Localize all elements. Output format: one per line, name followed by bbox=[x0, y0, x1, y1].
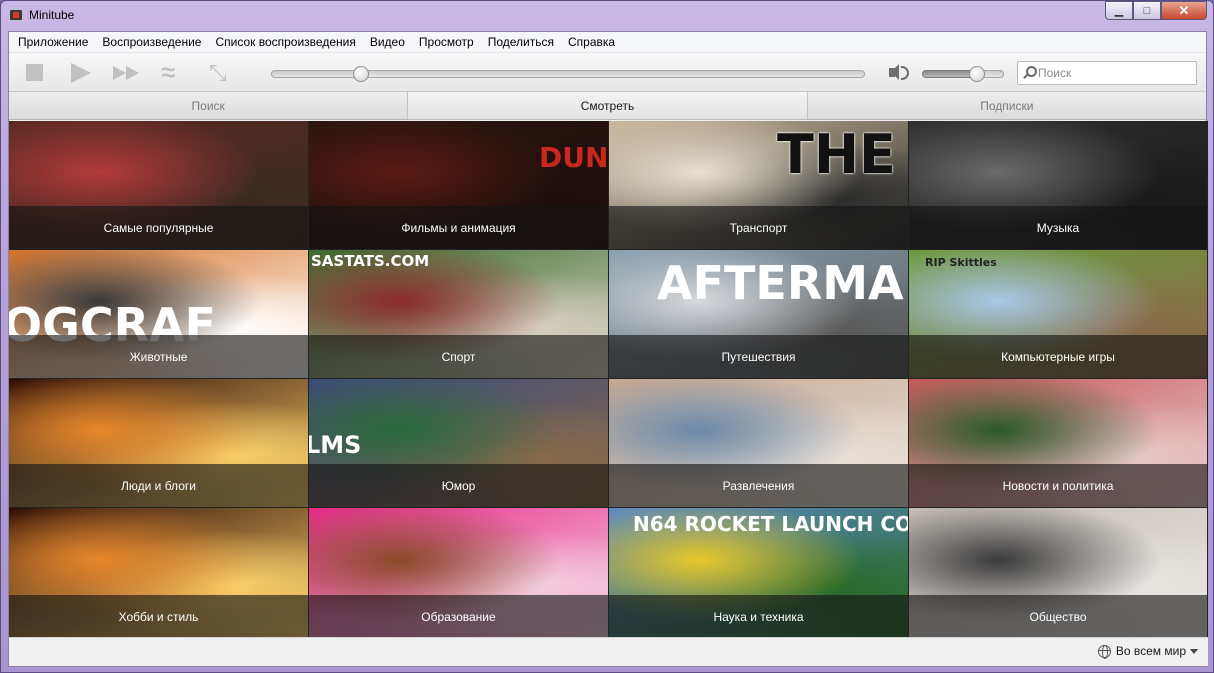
thumbnail-caption: SASTATS.COM bbox=[311, 252, 430, 270]
tab-subscriptions[interactable]: Подписки bbox=[807, 92, 1206, 119]
category-tile[interactable]: OGCRAF Животные bbox=[9, 250, 309, 379]
search-input[interactable] bbox=[1038, 66, 1188, 80]
thumbnail-caption: RIP Skittles bbox=[925, 256, 997, 269]
view-tabs: Поиск Смотреть Подписки bbox=[9, 92, 1206, 120]
category-label: Фильмы и анимация bbox=[309, 206, 608, 249]
region-selector[interactable]: Во всем мир bbox=[1097, 644, 1198, 659]
category-tile[interactable]: Общество bbox=[909, 508, 1208, 639]
category-label: Общество bbox=[909, 595, 1207, 638]
category-label: Путешествия bbox=[609, 335, 908, 378]
category-tile[interactable]: THE DR Транспорт bbox=[609, 121, 909, 250]
category-label: Развлечения bbox=[609, 464, 908, 507]
close-button[interactable]: ✕ bbox=[1161, 1, 1207, 20]
volume-slider[interactable] bbox=[922, 66, 1004, 82]
window-title: Minitube bbox=[29, 8, 75, 22]
search-icon bbox=[1022, 66, 1037, 80]
tab-search[interactable]: Поиск bbox=[9, 92, 409, 119]
title-bar[interactable]: Minitube ▁ □ ✕ bbox=[1, 1, 1213, 31]
category-label: Транспорт bbox=[609, 206, 908, 249]
seek-slider[interactable] bbox=[271, 66, 865, 82]
thumbnail-caption: DUN NIGH bbox=[539, 141, 609, 174]
thumbnail-caption: AFTERMA bbox=[657, 256, 904, 310]
category-tile[interactable]: Музыка bbox=[909, 121, 1208, 250]
thumbnail-caption: N64 ROCKET LAUNCH CONT bbox=[633, 512, 909, 536]
globe-icon bbox=[1097, 644, 1111, 659]
play-icon[interactable] bbox=[69, 62, 91, 84]
thumbnail-caption: LMS bbox=[309, 431, 362, 459]
menu-application[interactable]: Приложение bbox=[12, 32, 96, 53]
category-tile[interactable]: Самые популярные bbox=[9, 121, 309, 250]
menu-share[interactable]: Поделиться bbox=[482, 32, 562, 53]
volume-icon[interactable] bbox=[887, 62, 911, 84]
chevron-down-icon bbox=[1190, 648, 1198, 654]
thumbnail-caption: THE DR bbox=[777, 123, 908, 186]
volume-handle[interactable] bbox=[969, 66, 986, 82]
maximize-button[interactable]: □ bbox=[1133, 1, 1161, 20]
seek-handle[interactable] bbox=[352, 66, 369, 82]
window-controls: ▁ □ ✕ bbox=[1105, 1, 1207, 20]
category-label: Музыка bbox=[909, 206, 1207, 249]
category-label: Образование bbox=[309, 595, 608, 638]
menu-video[interactable]: Видео bbox=[364, 32, 413, 53]
category-label: Люди и блоги bbox=[9, 464, 308, 507]
category-tile[interactable]: DUN NIGH Фильмы и анимация bbox=[309, 121, 609, 250]
tab-browse[interactable]: Смотреть bbox=[408, 92, 808, 119]
stop-icon[interactable] bbox=[24, 62, 46, 84]
category-label: Спорт bbox=[309, 335, 608, 378]
category-label: Хобби и стиль bbox=[9, 595, 308, 638]
menu-bar: Приложение Воспроизведение Список воспро… bbox=[9, 32, 1206, 53]
menu-playlist[interactable]: Список воспроизведения bbox=[209, 32, 363, 53]
app-window: Minitube ▁ □ ✕ Приложение Воспроизведени… bbox=[0, 0, 1214, 673]
category-label: Новости и политика bbox=[909, 464, 1207, 507]
category-label: Юмор bbox=[309, 464, 608, 507]
category-grid: Самые популярные DUN NIGH Фильмы и анимаци… bbox=[9, 121, 1208, 639]
region-label: Во всем мир bbox=[1115, 644, 1186, 658]
category-tile[interactable]: SASTATS.COM Спорт bbox=[309, 250, 609, 379]
menu-help[interactable]: Справка bbox=[562, 32, 623, 53]
status-bar: Во всем мир bbox=[9, 637, 1208, 666]
category-tile[interactable]: AFTERMA Путешествия bbox=[609, 250, 909, 379]
category-label: Самые популярные bbox=[9, 206, 308, 249]
category-tile[interactable]: Развлечения bbox=[609, 379, 909, 508]
category-tile[interactable]: Хобби и стиль bbox=[9, 508, 309, 639]
category-tile[interactable]: LMS Юмор bbox=[309, 379, 609, 508]
client-area: Приложение Воспроизведение Список воспро… bbox=[8, 31, 1208, 667]
menu-playback[interactable]: Воспроизведение bbox=[96, 32, 209, 53]
menu-view[interactable]: Просмотр bbox=[413, 32, 482, 53]
toolbar: ≈ ⤡ bbox=[9, 53, 1206, 92]
category-label: Компьютерные игры bbox=[909, 335, 1207, 378]
category-label: Наука и техника bbox=[609, 595, 908, 638]
category-tile[interactable]: Образование bbox=[309, 508, 609, 639]
app-icon bbox=[9, 9, 23, 21]
category-tile[interactable]: N64 ROCKET LAUNCH CONT Наука и техника bbox=[609, 508, 909, 639]
fast-forward-icon[interactable] bbox=[113, 62, 143, 84]
search-box[interactable] bbox=[1017, 61, 1197, 85]
category-tile[interactable]: RIP Skittles Компьютерные игры bbox=[909, 250, 1208, 379]
category-tile[interactable]: Люди и блоги bbox=[9, 379, 309, 508]
wave-icon[interactable]: ≈ bbox=[161, 59, 189, 85]
category-label: Животные bbox=[9, 335, 308, 378]
minimize-button[interactable]: ▁ bbox=[1105, 1, 1133, 20]
fullscreen-icon[interactable]: ⤡ bbox=[209, 62, 235, 84]
category-tile[interactable]: Новости и политика bbox=[909, 379, 1208, 508]
